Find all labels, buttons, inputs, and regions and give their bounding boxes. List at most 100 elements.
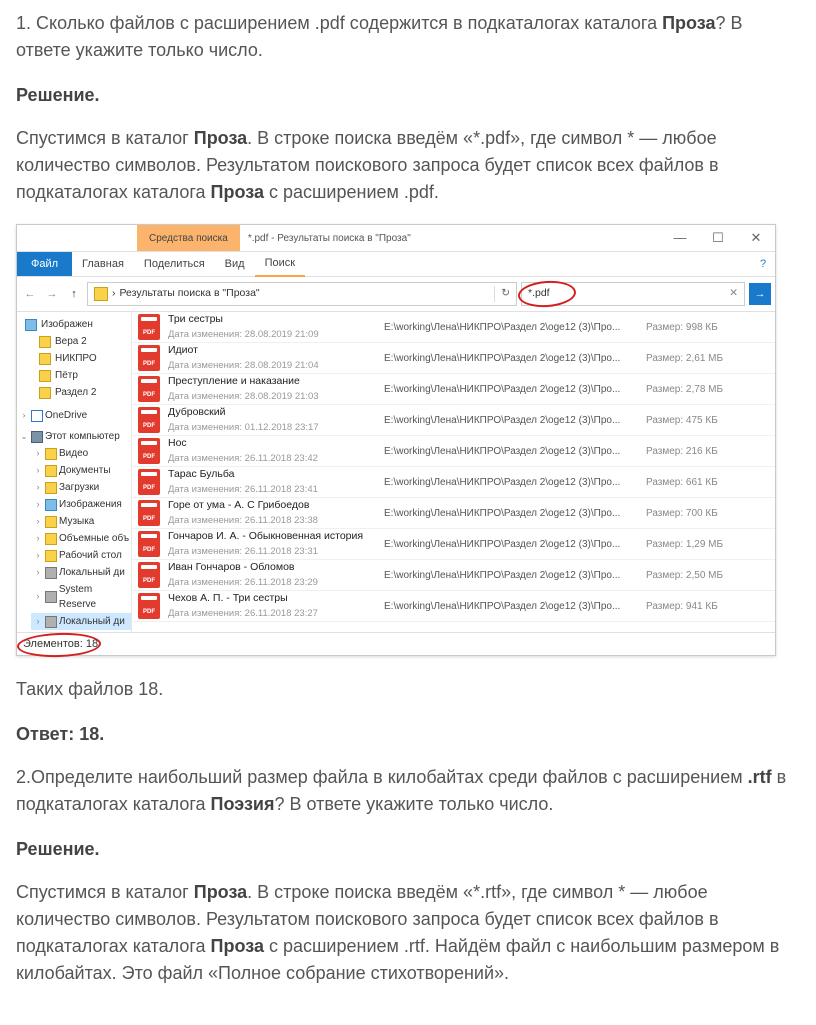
pdf-icon	[138, 593, 160, 619]
help-icon[interactable]: ?	[751, 256, 775, 273]
location-bar[interactable]: › Результаты поиска в "Проза" ↻	[87, 282, 517, 306]
chevron-right-icon[interactable]: ›	[33, 566, 43, 580]
chevron-right-icon[interactable]: ›	[33, 481, 43, 495]
sidebar-label: Загрузки	[59, 480, 99, 495]
sidebar-item-sysreserve[interactable]: › System Reserve	[31, 581, 131, 613]
maximize-button[interactable]: ☐	[699, 225, 737, 251]
file-size: Размер: 2,61 МБ	[638, 351, 723, 366]
sidebar-label: Рабочий стол	[59, 548, 122, 563]
tab-search[interactable]: Поиск	[255, 251, 305, 277]
pdf-icon	[138, 469, 160, 495]
result-list[interactable]: Три сестрыДата изменения: 28.08.2019 21:…	[132, 312, 775, 632]
result-row[interactable]: Иван Гончаров - ОбломовДата изменения: 2…	[132, 560, 775, 591]
file-size: Размер: 1,29 МБ	[638, 537, 723, 552]
sidebar-label: Вера 2	[55, 334, 87, 349]
drive-icon	[45, 616, 57, 628]
file-size: Размер: 998 КБ	[638, 320, 718, 335]
tab-share[interactable]: Поделиться	[134, 252, 215, 276]
pictures-icon	[25, 319, 37, 331]
file-path: E:\working\Лена\НИКПРО\Раздел 2\oge12 (3…	[384, 320, 630, 335]
search-input[interactable]: *.pdf ✕	[521, 282, 745, 306]
q1-sol-proza2: Проза	[211, 182, 264, 202]
chevron-down-icon[interactable]: ⌄	[19, 430, 29, 444]
name-column: Горе от ума - А. С ГрибоедовДата изменен…	[168, 498, 376, 528]
refresh-icon[interactable]: ↻	[494, 286, 516, 302]
search-tools-tab[interactable]: Средства поиска	[137, 225, 240, 251]
q1-sol-a: Спустимся в каталог	[16, 128, 194, 148]
sidebar-label: Документы	[59, 463, 111, 478]
folder-icon	[45, 465, 57, 477]
result-row[interactable]: Тарас БульбаДата изменения: 26.11.2018 2…	[132, 467, 775, 498]
result-row[interactable]: ИдиотДата изменения: 28.08.2019 21:04E:\…	[132, 343, 775, 374]
q2-sol-proza1: Проза	[194, 882, 247, 902]
result-row[interactable]: Три сестрыДата изменения: 28.08.2019 21:…	[132, 312, 775, 343]
folder-icon	[39, 370, 51, 382]
tab-view[interactable]: Вид	[215, 252, 255, 276]
result-row[interactable]: Чехов А. П. - Три сестрыДата изменения: …	[132, 591, 775, 622]
clear-search-icon[interactable]: ✕	[723, 286, 744, 302]
minimize-button[interactable]: —	[661, 225, 699, 251]
pdf-icon	[138, 500, 160, 526]
nav-forward-button[interactable]: →	[43, 285, 61, 303]
chevron-right-icon[interactable]: ›	[33, 532, 43, 546]
result-row[interactable]: Гончаров И. А. - Обыкновенная историяДат…	[132, 529, 775, 560]
q1-answer: Ответ: 18.	[16, 721, 800, 748]
sidebar-item-docs[interactable]: › Документы	[31, 462, 131, 479]
chevron-right-icon[interactable]: ›	[33, 498, 43, 512]
chevron-right-icon[interactable]: ›	[33, 515, 43, 529]
chevron-right-icon[interactable]: ›	[33, 590, 43, 604]
q2-solution-text: Спустимся в каталог Проза. В строке поис…	[16, 879, 800, 987]
file-size: Размер: 216 КБ	[638, 444, 718, 459]
sidebar-item-downloads[interactable]: › Загрузки	[31, 479, 131, 496]
result-row[interactable]: ДубровскийДата изменения: 01.12.2018 23:…	[132, 405, 775, 436]
sidebar-item-onedrive[interactable]: ›OneDrive	[17, 407, 131, 424]
file-date: Дата изменения: 26.11.2018 23:27	[168, 607, 376, 621]
sidebar-item-razdel[interactable]: Раздел 2	[31, 384, 131, 401]
window-title: *.pdf - Результаты поиска в "Проза"	[240, 225, 661, 251]
file-name: Тарас Бульба	[168, 467, 376, 483]
file-name: Дубровский	[168, 405, 376, 421]
sidebar-item-localdisk2[interactable]: ›Локальный ди	[31, 613, 131, 630]
file-path: E:\working\Лена\НИКПРО\Раздел 2\oge12 (3…	[384, 475, 630, 490]
chevron-right-icon[interactable]: ›	[33, 464, 43, 478]
result-row[interactable]: НосДата изменения: 26.11.2018 23:42E:\wo…	[132, 436, 775, 467]
sidebar-item-nikpro[interactable]: НИКПРО	[31, 350, 131, 367]
chevron-right-icon[interactable]: ›	[33, 549, 43, 563]
nav-up-button[interactable]: ↑	[65, 285, 83, 303]
q2-text-a: Определите наибольший размер файла в кил…	[31, 767, 748, 787]
sidebar-item-pictures[interactable]: ›Изображения	[31, 496, 131, 513]
file-size: Размер: 475 КБ	[638, 413, 718, 428]
sidebar-item-music[interactable]: ›Музыка	[31, 513, 131, 530]
nav-back-button[interactable]: ←	[21, 285, 39, 303]
sidebar-item-vera[interactable]: Вера 2	[31, 333, 131, 350]
chevron-right-icon[interactable]: ›	[33, 615, 43, 629]
q2-number: 2.	[16, 767, 31, 787]
sidebar-item-images[interactable]: Изображен	[17, 316, 131, 333]
sidebar-item-localdisk1[interactable]: ›Локальный ди	[31, 564, 131, 581]
sidebar-label: System Reserve	[59, 582, 131, 612]
close-button[interactable]: ✕	[737, 225, 775, 251]
name-column: Чехов А. П. - Три сестрыДата изменения: …	[168, 591, 376, 621]
sidebar-item-3dobjects[interactable]: ›Объемные объ	[31, 530, 131, 547]
file-date: Дата изменения: 28.08.2019 21:03	[168, 390, 376, 404]
sidebar: Изображен Вера 2 НИКПРО Пётр Раздел 2 ›O…	[17, 312, 132, 632]
result-row[interactable]: Горе от ума - А. С ГрибоедовДата изменен…	[132, 498, 775, 529]
file-path: E:\working\Лена\НИКПРО\Раздел 2\oge12 (3…	[384, 537, 630, 552]
sidebar-item-video[interactable]: › Видео	[31, 445, 131, 462]
file-path: E:\working\Лена\НИКПРО\Раздел 2\oge12 (3…	[384, 382, 630, 397]
q2-poem: Поэзия	[211, 794, 275, 814]
chevron-right-icon[interactable]: ›	[33, 447, 43, 461]
sidebar-item-thispc[interactable]: ⌄Этот компьютер	[17, 428, 131, 445]
chevron-right-icon[interactable]: ›	[19, 409, 29, 423]
sidebar-item-petr[interactable]: Пётр	[31, 367, 131, 384]
name-column: Преступление и наказаниеДата изменения: …	[168, 374, 376, 404]
sidebar-label: Видео	[59, 446, 88, 461]
tab-home[interactable]: Главная	[72, 252, 134, 276]
file-tab[interactable]: Файл	[17, 252, 72, 276]
sidebar-item-desktop[interactable]: › Рабочий стол	[31, 547, 131, 564]
search-go-button[interactable]: →	[749, 283, 771, 305]
result-row[interactable]: Преступление и наказаниеДата изменения: …	[132, 374, 775, 405]
file-date: Дата изменения: 28.08.2019 21:04	[168, 359, 376, 373]
ribbon: Файл Главная Поделиться Вид Поиск ?	[17, 252, 775, 277]
file-path: E:\working\Лена\НИКПРО\Раздел 2\oge12 (3…	[384, 413, 630, 428]
